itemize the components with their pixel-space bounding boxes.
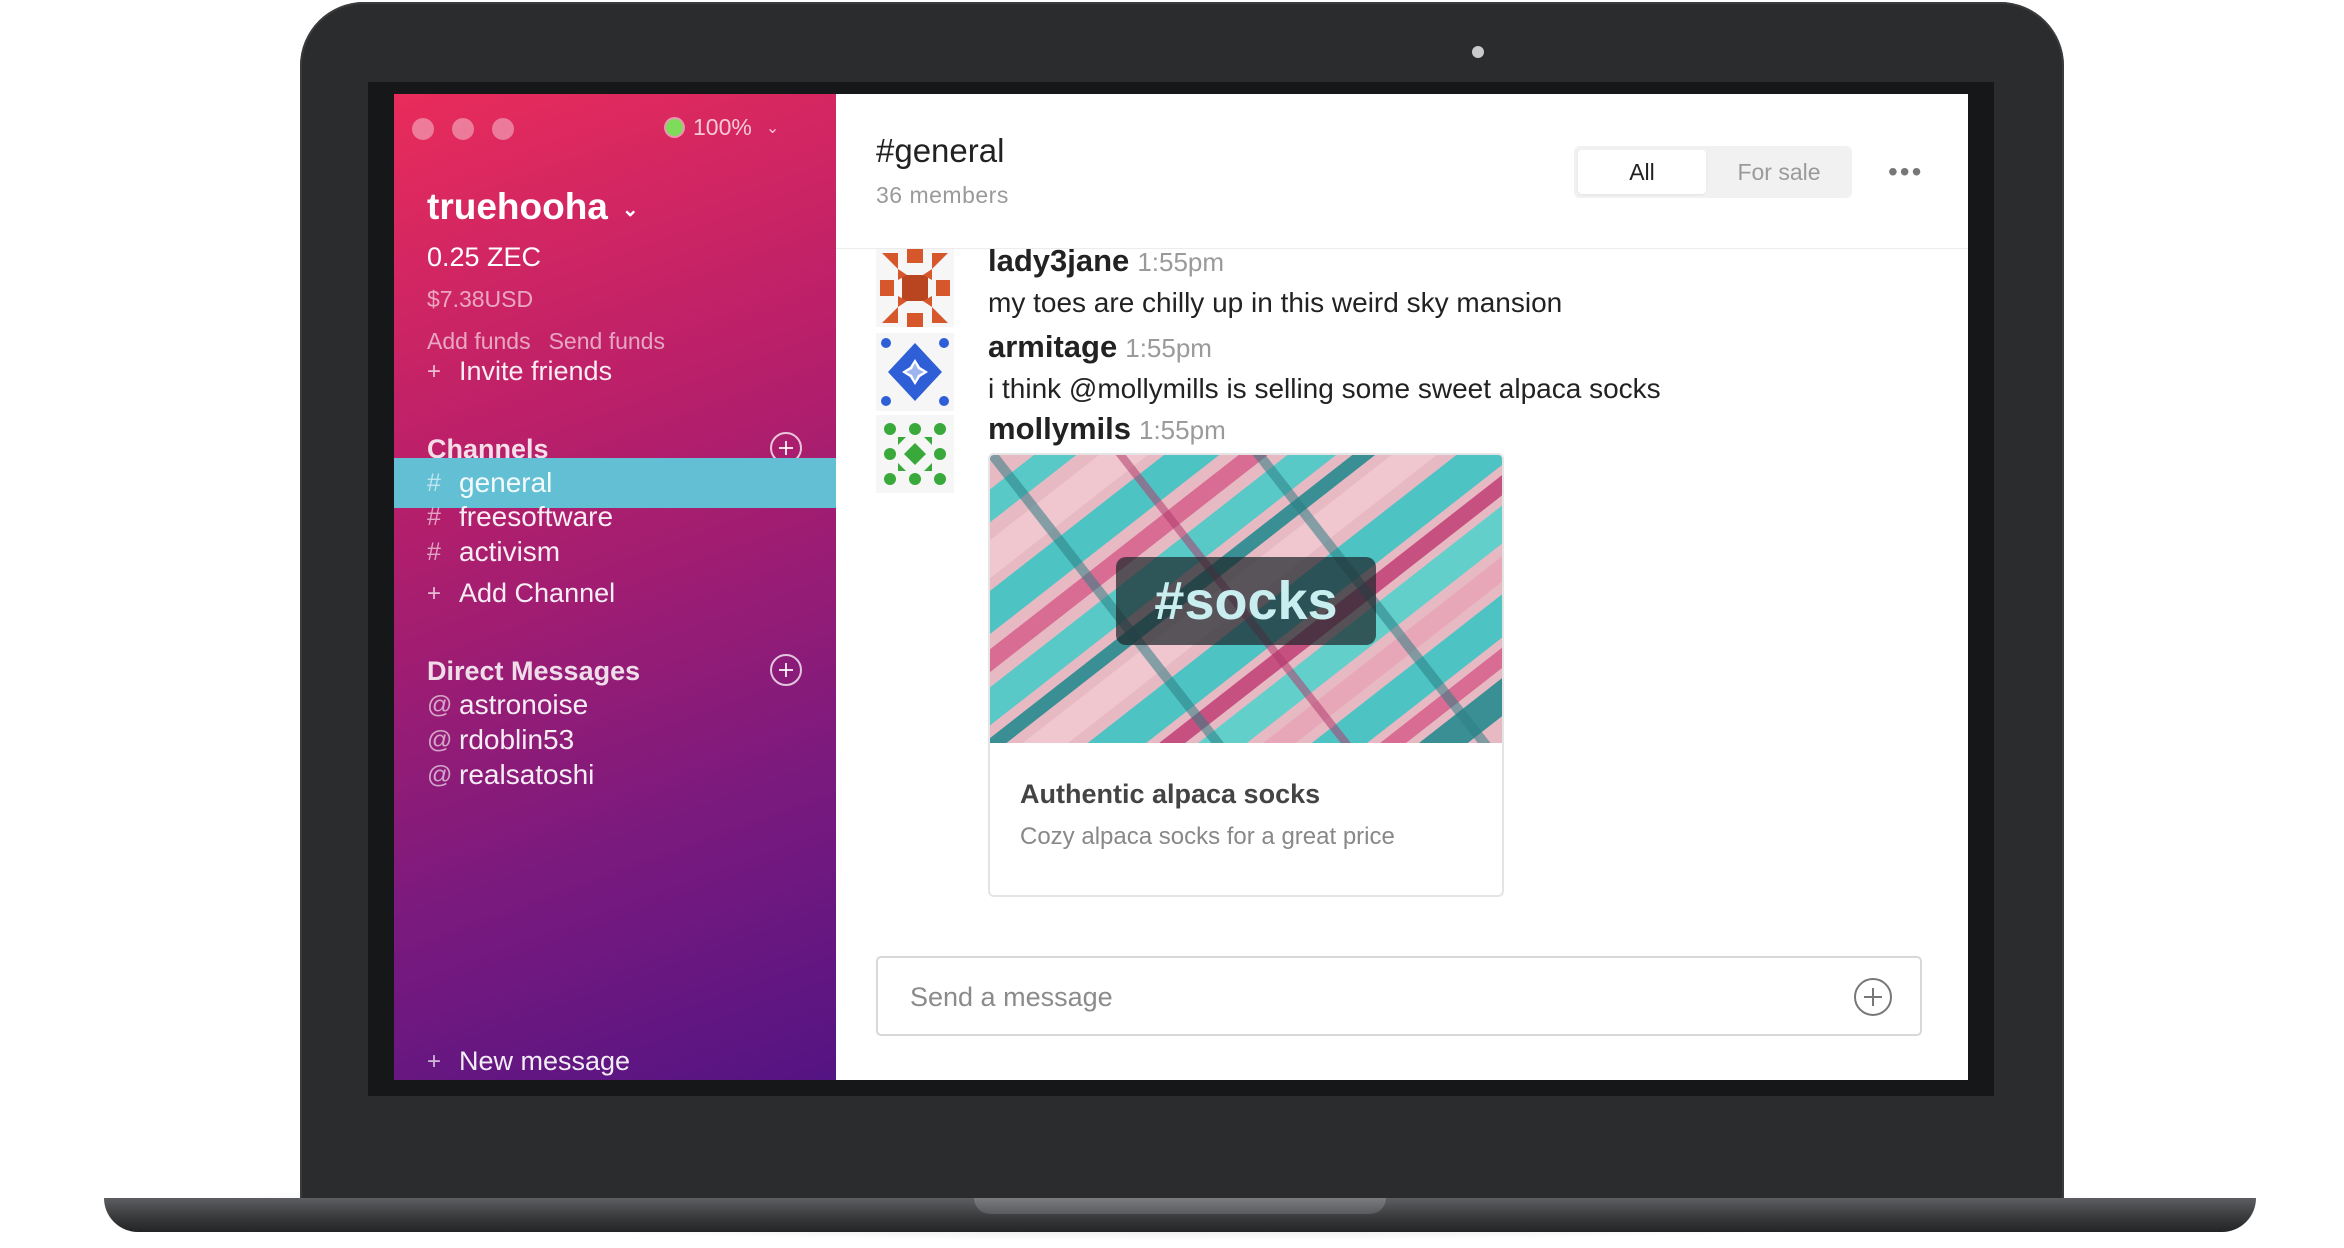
at-icon: @ — [427, 760, 453, 789]
author-name: mollymils — [988, 411, 1131, 446]
avatar[interactable] — [876, 249, 954, 327]
message-input[interactable] — [908, 972, 1812, 1022]
hash-icon: # — [427, 537, 441, 566]
message-time: 1:55pm — [1137, 249, 1225, 277]
identicon-green-icon — [876, 415, 954, 493]
account-switcher[interactable]: truehooha ⌄ — [427, 186, 639, 228]
message-composer — [876, 956, 1922, 1036]
battery-label: 100% — [693, 114, 752, 140]
dm-label: realsatoshi — [459, 759, 595, 790]
channel-label: activism — [459, 536, 561, 567]
listing-card[interactable]: #socks Authentic alpaca socks Cozy alpac… — [988, 453, 1504, 897]
listing-title: Authentic alpaca socks — [1020, 779, 1321, 809]
listing-image: #socks — [990, 455, 1502, 895]
filter-all-tab[interactable]: All — [1578, 150, 1706, 194]
sidebar-item-realsatoshi[interactable]: @ realsatoshi — [394, 750, 836, 800]
plus-icon: + — [427, 1047, 442, 1075]
message-time: 1:55pm — [1125, 333, 1212, 363]
chat-panel: #general 36 members All For sale ••• lad… — [836, 94, 1968, 1080]
balance-usd: $7.38USD — [427, 286, 534, 312]
fund-links: Add funds Send funds — [427, 328, 665, 355]
chevron-down-icon: ⌄ — [765, 119, 780, 137]
maximize-window-button[interactable] — [492, 118, 514, 140]
camera-icon — [1472, 46, 1484, 58]
filter-for-sale-tab[interactable]: For sale — [1710, 150, 1848, 194]
new-message-button[interactable]: + New message — [427, 1046, 630, 1077]
connection-status[interactable]: 100% ⌄ — [666, 114, 779, 141]
message-author[interactable]: armitage 1:55pm — [988, 329, 1212, 365]
more-options-icon[interactable]: ••• — [1888, 156, 1923, 188]
avatar[interactable] — [876, 415, 954, 493]
channel-title: #general — [876, 132, 1005, 169]
listing-tag: #socks — [1116, 557, 1376, 645]
add-attachment-icon[interactable] — [1854, 978, 1892, 1016]
identicon-orange-icon — [876, 249, 954, 327]
app-window: 100% ⌄ truehooha ⌄ 0.25 ZEC $7.38USD Add … — [394, 94, 1968, 1080]
sidebar: 100% ⌄ truehooha ⌄ 0.25 ZEC $7.38USD Add … — [394, 94, 836, 1080]
balance: 0.25 ZEC — [427, 242, 542, 272]
laptop-notch — [974, 1198, 1386, 1214]
sidebar-item-activism[interactable]: # activism — [394, 527, 836, 577]
invite-friends-button[interactable]: + Invite friends — [427, 356, 612, 387]
identicon-blue-icon — [876, 333, 954, 411]
new-message-label: New message — [459, 1046, 631, 1076]
send-funds-link[interactable]: Send funds — [549, 328, 665, 355]
plus-icon: + — [427, 579, 442, 607]
author-name: lady3jane — [988, 249, 1130, 278]
listing-description: Cozy alpaca socks for a great price — [1020, 823, 1395, 850]
chevron-down-icon: ⌄ — [621, 198, 639, 221]
invite-friends-label: Invite friends — [459, 356, 613, 386]
minimize-window-button[interactable] — [452, 118, 474, 140]
author-name: armitage — [988, 329, 1118, 364]
message-author[interactable]: mollymils 1:55pm — [988, 411, 1226, 447]
message-text: my toes are chilly up in this weird sky … — [988, 287, 1563, 318]
message-time: 1:55pm — [1139, 415, 1226, 445]
add-channel-button[interactable]: + Add Channel — [427, 578, 615, 609]
close-window-button[interactable] — [412, 118, 434, 140]
member-count[interactable]: 36 members — [876, 182, 1009, 209]
add-channel-label: Add Channel — [459, 578, 616, 608]
plus-icon: + — [427, 357, 442, 385]
avatar[interactable] — [876, 333, 954, 411]
add-funds-link[interactable]: Add funds — [427, 328, 531, 355]
online-status-icon — [666, 119, 683, 136]
username: truehooha — [427, 186, 608, 227]
message-list: lady3jane 1:55pm my toes are chilly up in… — [836, 249, 1968, 1050]
message-author[interactable]: lady3jane 1:55pm — [988, 249, 1224, 279]
message-text: i think @mollymills is selling some swee… — [988, 373, 1661, 404]
listing-filter: All For sale — [1574, 146, 1852, 198]
